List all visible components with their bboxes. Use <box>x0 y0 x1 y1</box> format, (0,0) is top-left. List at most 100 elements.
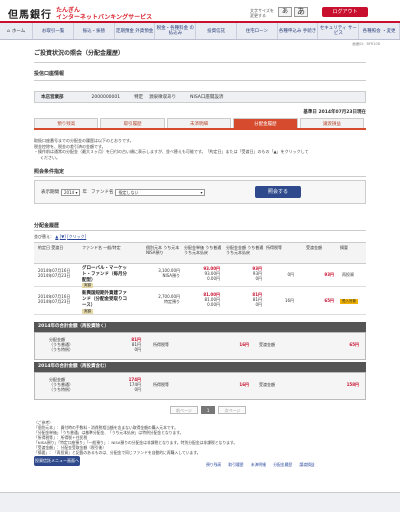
dist-special: 0.00円 <box>207 302 220 307</box>
settle-date: 2014年07月23日 <box>38 273 71 278</box>
nav-home[interactable]: ⌂ ホーム <box>0 23 34 39</box>
prev-page-button[interactable]: 前ページ <box>170 406 198 414</box>
col-date: 約定日 受渡日 <box>38 245 64 250</box>
logout-button[interactable]: ログアウト <box>322 7 368 17</box>
dist-unit: 93.00円 93.00円 0.00円 <box>184 266 220 281</box>
table-row: 2014年07月16日 2014年07月23日 グローバル・マーケッ ト・ファンド（… <box>34 265 366 288</box>
footer-link-distributions[interactable]: 分配金履歴 <box>273 462 292 467</box>
sort-tip-link[interactable]: [クリック] <box>67 234 86 239</box>
tab-bar: 預り残高 取引履歴 未済明細 分配金履歴 譲渡損益 <box>34 118 366 130</box>
total-tax: 16円 <box>239 342 249 347</box>
nav-loan[interactable]: 住宅ローン <box>237 23 278 39</box>
base-date: 基準日 2014年07月23日現在 <box>303 110 366 115</box>
nav-payments[interactable]: 税金・各種料金 の払込み <box>155 23 197 39</box>
tax: 16円 <box>284 298 294 303</box>
next-page-button[interactable]: 次ページ <box>218 406 247 414</box>
fund-label: ファンド名 <box>90 190 114 195</box>
year-value: 2014 <box>64 189 75 195</box>
total-title: 2014年の合計金額（再投資除く） <box>34 322 366 332</box>
submit-button[interactable]: 照会する <box>255 186 301 198</box>
footer-link-gains[interactable]: 譲渡損益 <box>299 462 314 467</box>
service-line1: たんぎん <box>56 7 81 14</box>
settle-date: 2014年07月23日 <box>38 299 71 304</box>
nav-transfer[interactable]: 振込・振替 <box>74 23 115 39</box>
tab-gains[interactable]: 譲渡損益 <box>299 118 365 128</box>
sort-desc-button[interactable]: [▼] <box>60 234 66 239</box>
total-box: 分配金額 （うち普通） （うち特例） 174円 174円 0円 所得税等 16円 受渡金… <box>34 372 366 400</box>
font-size-label: 文字サイズを 変更する <box>250 8 274 18</box>
fund-value: 指定しない <box>118 189 139 195</box>
total-values: 174円 174円 0円 <box>101 377 141 392</box>
year-select[interactable]: 2014 ▾ <box>61 188 81 196</box>
chevron-down-icon: ▾ <box>75 189 78 195</box>
notes: 取扱口座番号までの分配金の履歴は以下のとおりです。 税金控除を、税金の差引済の金… <box>34 138 366 160</box>
footer-link-history[interactable]: 取引履歴 <box>228 462 243 467</box>
history-section-title: 分配金履歴 <box>34 223 60 229</box>
back-to-menu-button[interactable]: 投資信託メニュー画面へ <box>34 456 80 466</box>
account-section-title: 投信口座情報 <box>34 71 65 77</box>
col-fund: ファンド名 一般/特定 <box>82 245 121 250</box>
price-type: NISA預り <box>162 273 180 278</box>
total-label: （うち特例） <box>49 347 73 352</box>
footer-link-holdings[interactable]: 預り残高 <box>206 462 221 467</box>
total-values: 81円 81円 0円 <box>101 337 141 352</box>
total-value: 0円 <box>134 387 141 392</box>
tab-history[interactable]: 取引履歴 <box>100 118 165 128</box>
nav-deposit[interactable]: 定期預金 外貨預金 <box>115 23 156 39</box>
col-amount: 分配金金額 うち普通 うち元本払戻 <box>226 245 264 255</box>
condition-form: 表示期間 2014 ▾ 年 ファンド名 指定しない ▾ 照会する <box>34 180 366 204</box>
nisa-status: NISA口座開設済 <box>190 95 224 100</box>
dist-unit: 81.00円 81.00円 0.00円 <box>184 292 220 307</box>
service-line2: インターネットバンキングサービス <box>56 14 153 21</box>
price-type: 特定預り <box>164 299 180 304</box>
page-number[interactable]: 1 <box>200 406 216 414</box>
sort-controls: 並び替え： ▲ [▼] [クリック] <box>34 234 86 240</box>
footnotes: （ご参考） 「個別元本」：買付時の手数料・消費税相当額を含まない取得金額の購入元… <box>34 420 366 455</box>
total-value: 0円 <box>134 347 141 352</box>
nav-investment[interactable]: 投資信託 <box>196 23 237 39</box>
chevron-down-icon: ▾ <box>200 189 203 195</box>
total-tax-label: 所得税等 <box>153 342 169 347</box>
global-nav: ⌂ ホーム お取引一覧 振込・振替 定期預金 外貨預金 税金・各種料金 の払込み … <box>0 21 400 40</box>
total-labels: 分配金額 （うち普通） （うち特例） <box>49 377 73 392</box>
amount-special: 0円 <box>255 302 262 307</box>
total-label: （うち特例） <box>49 387 73 392</box>
account-info: 本店営業部 2000000001 特定 源泉徴収あり NISA口座開設済 <box>34 91 366 103</box>
fund-name[interactable]: 新興国短期外貨建ファ ンド（分配金受取りコ ース） <box>82 291 127 309</box>
note-line: ください。 <box>40 154 60 160</box>
total-tax: 16円 <box>239 382 249 387</box>
recv-amount: 65円 <box>324 298 334 303</box>
account-number: 2000000001 <box>91 94 121 100</box>
font-large-button[interactable]: あ <box>294 7 308 17</box>
nav-settings[interactable]: 各種照会 ・変更 <box>359 23 400 39</box>
nav-security[interactable]: セキュリティ サービス <box>318 23 360 39</box>
nav-transactions[interactable]: お取引一覧 <box>33 23 74 39</box>
period-label: 表示期間 <box>41 190 59 195</box>
nav-applications[interactable]: 各種申込み 手続き <box>278 23 319 39</box>
tab-holdings[interactable]: 預り残高 <box>34 118 99 128</box>
tab-distributions[interactable]: 分配金履歴 <box>233 118 298 128</box>
logo-text: 但馬銀行 <box>8 10 52 21</box>
divider <box>34 62 366 63</box>
dist-special: 0.00円 <box>207 276 220 281</box>
dist-amount: 93円 93円 0円 <box>226 266 262 281</box>
footnote: 「摘要」：「再投資」と記載のあるものは、分配金で同じファンドを自動的に再購入して… <box>34 450 201 455</box>
year-suffix: 年 <box>82 190 87 195</box>
tab-pending[interactable]: 未済明細 <box>166 118 232 128</box>
fund-select[interactable]: 指定しない ▾ <box>115 188 206 196</box>
table-header: 約定日 受渡日 ファンド名 一般/特定 個別元本 うち元本 NISA預り 分配金… <box>34 242 366 264</box>
total-tax-label: 所得税等 <box>153 382 169 387</box>
total-recv: 158円 <box>346 382 359 387</box>
recv-amount: 93円 <box>324 272 334 277</box>
home-icon: ⌂ <box>6 28 10 34</box>
footer-links: 預り残高 取引履歴 未済明細 分配金履歴 譲渡損益 <box>200 462 315 468</box>
row-date: 2014年07月16日 2014年07月23日 <box>38 268 70 278</box>
footer-link-pending[interactable]: 未済明細 <box>251 462 266 467</box>
col-price: 個別元本 うち元本 NISA預り <box>146 245 180 255</box>
footer-bar <box>0 492 400 512</box>
divider <box>34 176 366 177</box>
col-note: 摘要 <box>340 245 348 250</box>
font-small-button[interactable]: あ <box>278 7 292 17</box>
pagination: 前ページ 1 次ページ <box>170 406 247 414</box>
sort-asc-button[interactable]: ▲ <box>55 234 58 239</box>
